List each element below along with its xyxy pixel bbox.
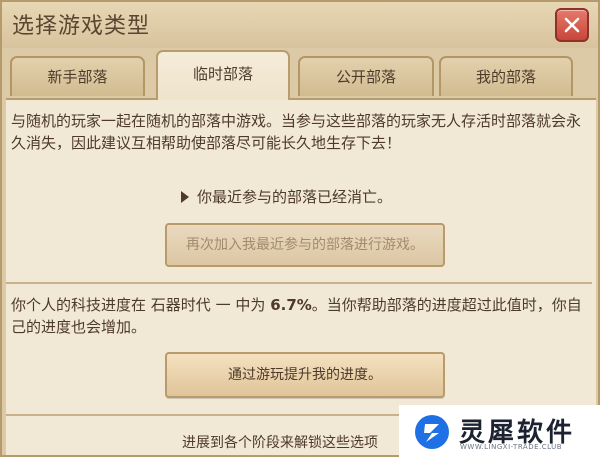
progress-mid: 中为 xyxy=(235,296,266,314)
watermark-domain: WWW.LINGXI-TRADE.CLUB xyxy=(460,443,563,451)
tech-progress-text: 你个人的科技进度在 石器时代 一 中为 6.7%。当你帮助部落的进度超过此值时，… xyxy=(11,294,591,338)
tab-temporary-tribe[interactable]: 临时部落 xyxy=(156,50,290,100)
notice-text: 你最近参与的部落已经消亡。 xyxy=(197,188,393,206)
mode-description: 与随机的玩家一起在随机的部落中游戏。当参与这些部落的玩家无人存活时部落就会永久消… xyxy=(11,112,582,152)
tab-bar: 新手部落 临时部落 公开部落 我的部落 xyxy=(6,48,596,100)
close-icon xyxy=(564,17,580,33)
watermark: 灵犀软件 WWW.LINGXI-TRADE.CLUB xyxy=(399,405,600,457)
section-divider xyxy=(6,282,592,284)
improve-progress-button[interactable]: 通过游玩提升我的进度。 xyxy=(165,352,445,398)
progress-era: 石器时代 xyxy=(150,296,211,314)
play-arrow-icon xyxy=(181,191,189,203)
tab-public-tribe[interactable]: 公开部落 xyxy=(298,56,434,96)
rejoin-tribe-button[interactable]: 再次加入我最近参与的部落进行游戏。 xyxy=(165,223,445,267)
tribe-status-notice: 你最近参与的部落已经消亡。 xyxy=(181,186,392,207)
tab-content-panel: 与随机的玩家一起在随机的部落中游戏。当参与这些部落的玩家无人存活时部落就会永久消… xyxy=(6,98,596,455)
game-type-dialog: 选择游戏类型 新手部落 临时部落 公开部落 我的部落 与随机的玩家一起在随机的部… xyxy=(0,0,600,457)
progress-value: 6.7% xyxy=(270,296,312,314)
dialog-title: 选择游戏类型 xyxy=(12,14,151,39)
progress-dash: 一 xyxy=(215,296,231,314)
brand-logo-icon xyxy=(415,415,449,449)
tab-my-tribe[interactable]: 我的部落 xyxy=(439,56,573,96)
close-button[interactable] xyxy=(555,8,589,42)
tab-newbie-tribe[interactable]: 新手部落 xyxy=(10,56,145,96)
unlock-hint: 进展到各个阶段来解锁这些选项 xyxy=(182,435,378,451)
progress-prefix: 你个人的科技进度在 xyxy=(11,296,147,314)
title-bar: 选择游戏类型 xyxy=(2,2,598,48)
